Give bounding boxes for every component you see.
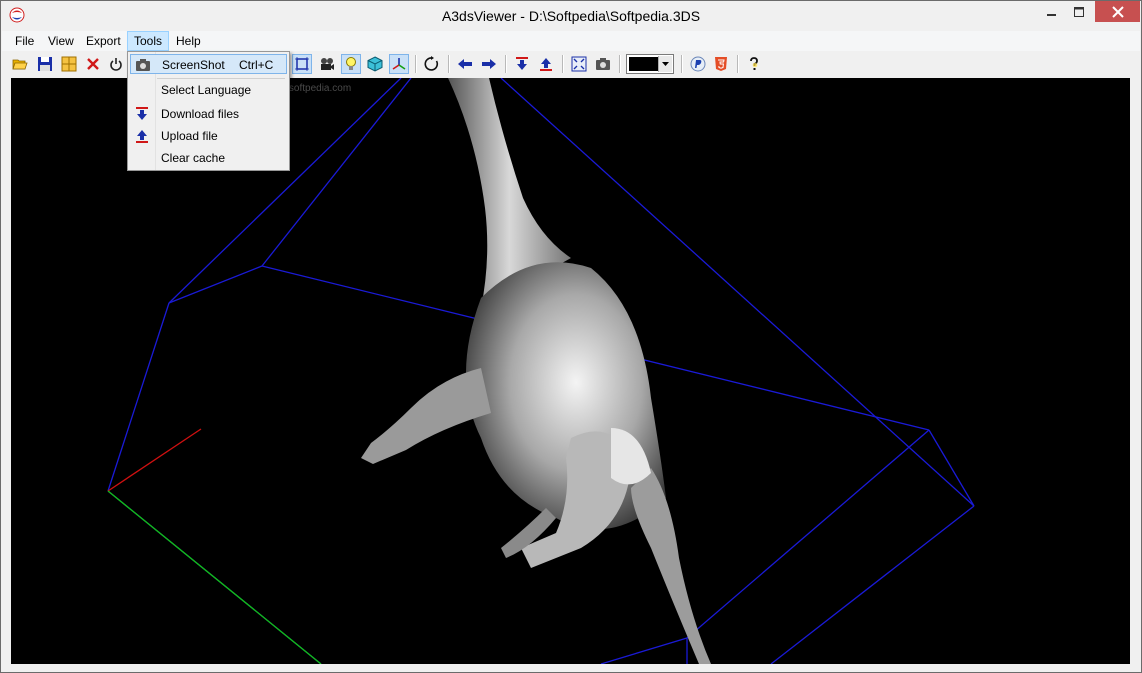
dropdown-arrow[interactable] — [658, 56, 672, 72]
menu-item-screenshot[interactable]: ScreenShot Ctrl+C — [130, 54, 287, 74]
menu-item-clear-cache[interactable]: Clear cache — [130, 148, 287, 168]
camera-icon — [596, 58, 610, 70]
toolbar-separator — [737, 55, 739, 73]
toolbar-separator — [681, 55, 683, 73]
reset-view-button[interactable] — [422, 54, 442, 74]
download-files-label: Download files — [161, 107, 240, 121]
open-folder-icon — [12, 59, 28, 70]
menu-separator — [157, 78, 285, 79]
upload-button[interactable] — [536, 54, 556, 74]
screenshot-button[interactable] — [593, 54, 613, 74]
upload-file-label: Upload file — [161, 129, 218, 143]
screenshot-label: ScreenShot — [162, 58, 225, 72]
open-button[interactable] — [10, 54, 30, 74]
menu-view[interactable]: View — [42, 32, 80, 50]
power-icon — [110, 58, 122, 71]
arrow-right-icon — [482, 59, 496, 69]
html5-button[interactable] — [711, 54, 731, 74]
maximize-button[interactable] — [1065, 1, 1093, 22]
fullscreen-icon — [571, 56, 587, 72]
paypal-icon — [690, 56, 706, 72]
color-swatch — [629, 57, 659, 71]
save-button[interactable] — [35, 54, 55, 74]
chevron-down-icon — [662, 62, 669, 66]
save-disk-icon — [38, 57, 52, 71]
background-color-select[interactable] — [626, 54, 674, 74]
red-x-icon — [87, 58, 99, 70]
upload-icon — [540, 58, 552, 71]
screenshot-shortcut: Ctrl+C — [239, 58, 274, 72]
menu-item-download-files[interactable]: Download files — [130, 104, 287, 124]
refresh-icon — [424, 56, 439, 71]
download-icon — [516, 57, 528, 70]
download-button[interactable] — [512, 54, 532, 74]
close-button[interactable] — [1095, 1, 1140, 22]
light-bulb-icon — [346, 57, 356, 70]
window-title: A3dsViewer - D:\Softpedia\Softpedia.3DS — [441, 8, 701, 24]
close-file-button[interactable] — [83, 54, 103, 74]
help-question-icon — [750, 57, 758, 70]
thumbnails-button[interactable] — [59, 54, 79, 74]
grid-icon — [61, 56, 77, 72]
axes-icon — [392, 58, 406, 70]
clear-cache-label: Clear cache — [161, 151, 226, 165]
toolbar-separator — [448, 55, 450, 73]
app-window: A3dsViewer - D:\Softpedia\Softpedia.3DS … — [0, 0, 1142, 673]
toolbar-separator — [619, 55, 621, 73]
maximize-icon — [1074, 6, 1084, 17]
toolbar-separator — [415, 55, 417, 73]
html5-icon — [715, 57, 727, 71]
film-camera-icon — [321, 58, 334, 70]
title-bar: A3dsViewer - D:\Softpedia\Softpedia.3DS — [1, 1, 1141, 30]
menu-help[interactable]: Help — [170, 32, 207, 50]
previous-button[interactable] — [455, 54, 475, 74]
bounding-box-icon — [295, 57, 309, 71]
menu-export[interactable]: Export — [80, 32, 127, 50]
menu-item-upload-file[interactable]: Upload file — [130, 126, 287, 146]
paypal-button[interactable] — [688, 54, 708, 74]
menu-tools[interactable]: Tools — [127, 31, 170, 51]
minimize-icon — [1047, 13, 1056, 16]
camera-settings-button[interactable] — [317, 54, 337, 74]
close-icon — [1111, 5, 1124, 18]
cube-icon — [367, 56, 383, 72]
download-icon — [136, 107, 148, 120]
axes-button[interactable] — [389, 54, 409, 74]
arrow-left-icon — [458, 59, 472, 69]
fullscreen-button[interactable] — [569, 54, 589, 74]
toolbar-separator — [505, 55, 507, 73]
menu-bar: File View Export Tools Help — [2, 31, 1140, 51]
lighting-button[interactable] — [341, 54, 361, 74]
dinosaur-model — [361, 78, 711, 664]
material-button[interactable] — [365, 54, 385, 74]
tools-dropdown-menu: ScreenShot Ctrl+C Select Language Downlo… — [127, 51, 290, 171]
axis-x-line — [107, 428, 202, 492]
minimize-button[interactable] — [1038, 1, 1066, 22]
menu-file[interactable]: File — [9, 32, 40, 50]
exit-button[interactable] — [106, 54, 126, 74]
select-language-label: Select Language — [161, 83, 252, 97]
next-button[interactable] — [479, 54, 499, 74]
toolbar-separator — [562, 55, 564, 73]
bounding-box-button[interactable] — [292, 54, 312, 74]
camera-icon — [136, 59, 150, 71]
help-button[interactable] — [744, 54, 764, 74]
menu-item-select-language[interactable]: Select Language — [130, 80, 287, 100]
upload-icon — [136, 130, 148, 143]
axis-y-line — [107, 490, 322, 664]
